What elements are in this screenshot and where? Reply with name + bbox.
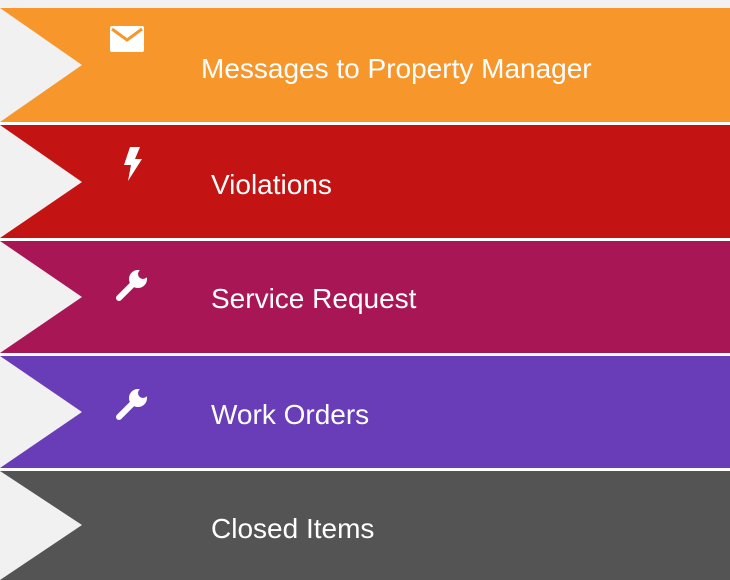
menu-item-service-request[interactable]: Service Request (0, 241, 730, 353)
lightning-icon (116, 147, 150, 181)
arrow-notch (0, 125, 82, 238)
menu-item-closed-items[interactable]: Closed Items (0, 471, 730, 580)
wrench-icon (114, 269, 148, 303)
envelope-icon (110, 22, 144, 56)
menu-item-label: Work Orders (211, 399, 370, 430)
arrow-notch (0, 8, 82, 122)
wrench-icon (114, 388, 148, 422)
menu-item-messages[interactable]: Messages to Property Manager (0, 8, 730, 122)
menu-item-label: Violations (211, 169, 332, 200)
menu-item-label: Service Request (211, 283, 417, 314)
menu-item-label: Messages to Property Manager (201, 53, 592, 84)
menu-item-band (0, 125, 730, 238)
arrow-notch (0, 471, 82, 580)
menu-item-violations[interactable]: Violations (0, 125, 730, 238)
arrow-notch (0, 241, 82, 353)
menu-item-work-orders[interactable]: Work Orders (0, 356, 730, 468)
arrow-notch (0, 356, 82, 468)
nav-menu: Messages to Property Manager Violations … (0, 0, 730, 580)
menu-item-label: Closed Items (211, 513, 375, 544)
